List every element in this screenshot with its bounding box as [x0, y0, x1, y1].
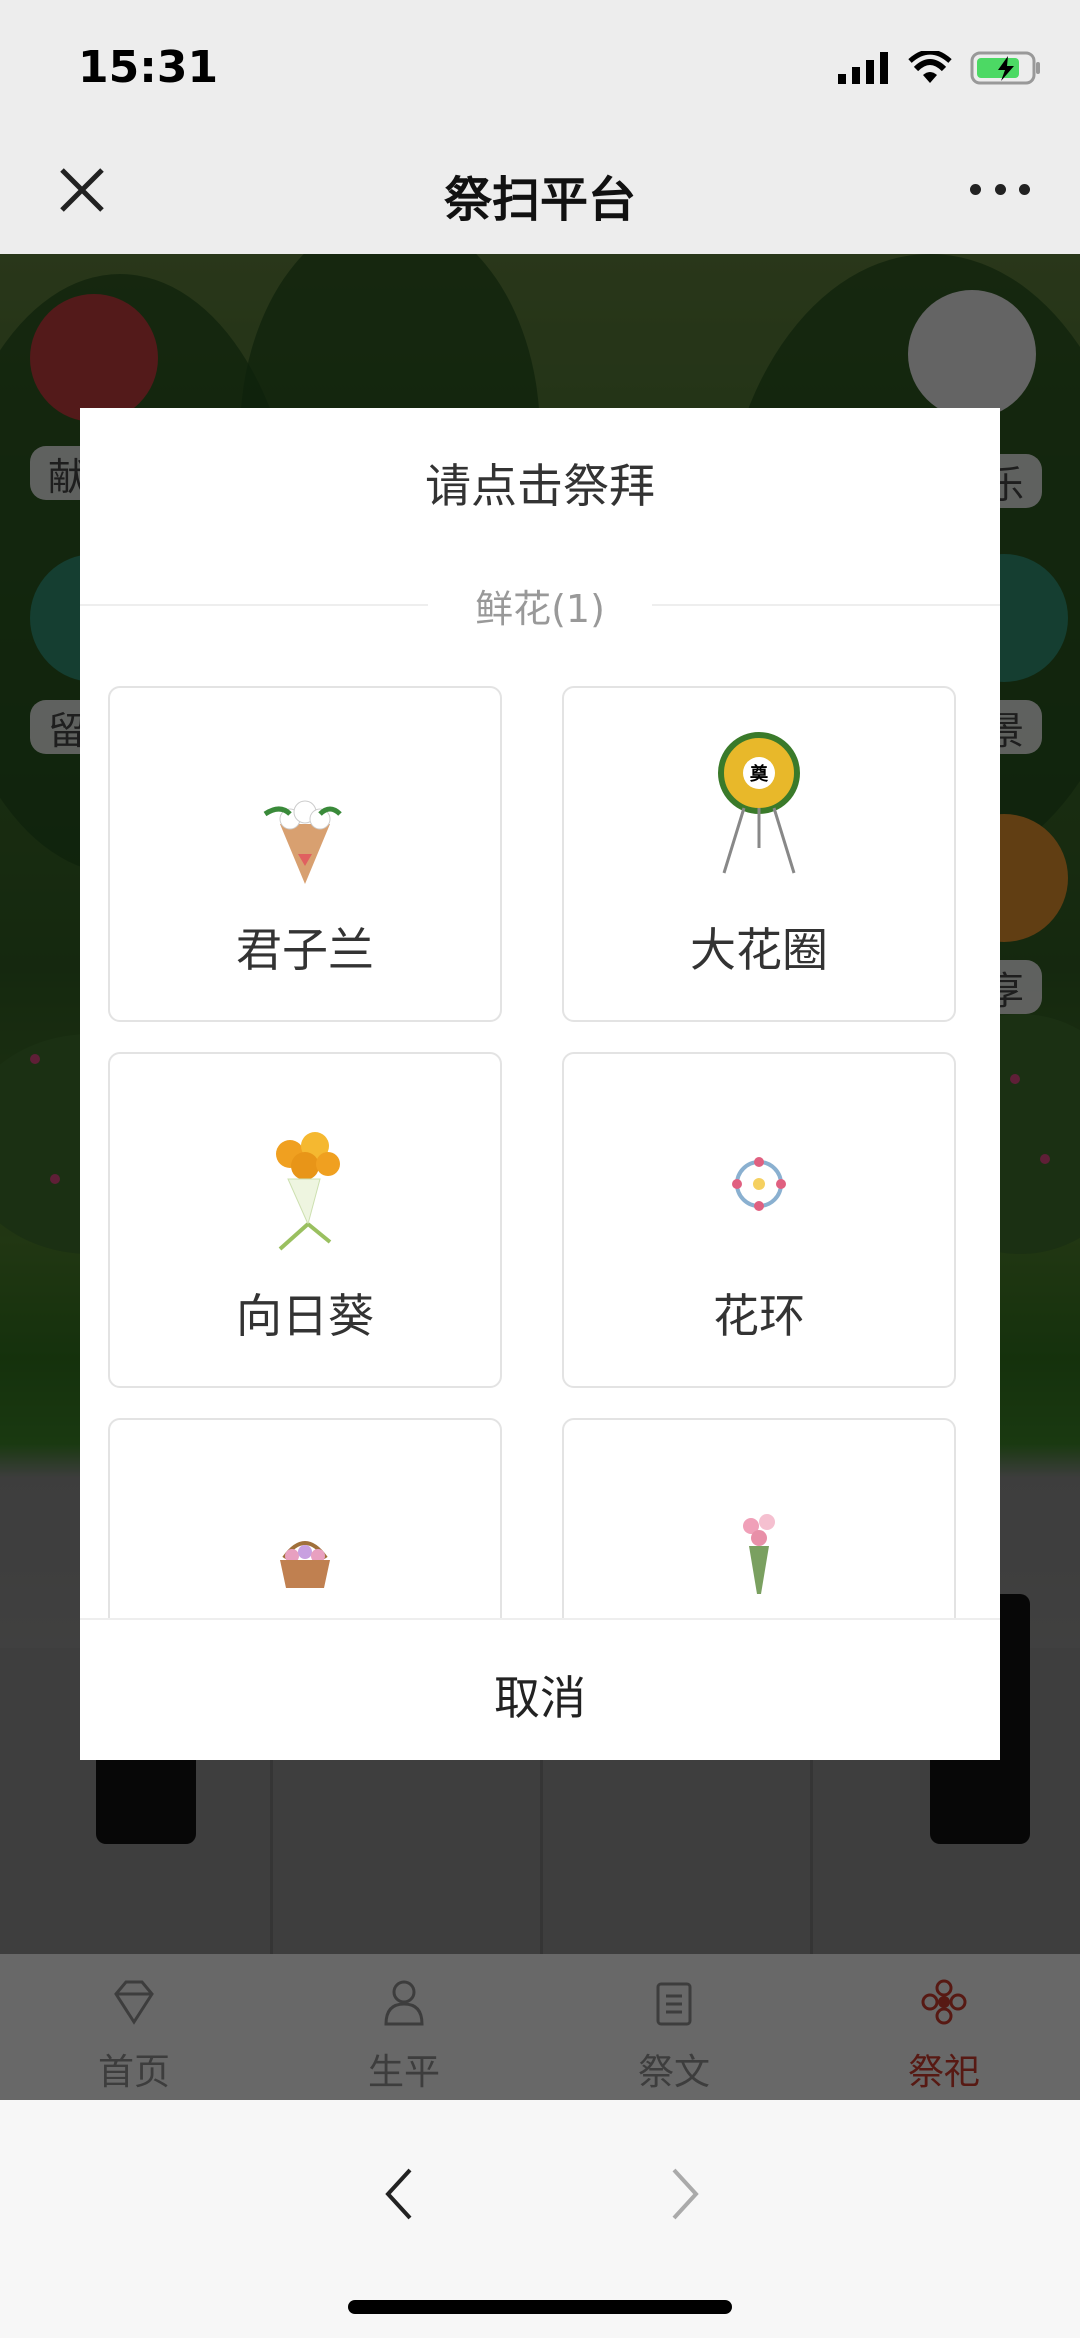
item-label: 花环 [713, 1289, 805, 1343]
item-card[interactable] [108, 1418, 502, 1618]
item-card[interactable]: 花环 [562, 1052, 956, 1388]
back-arrow-icon[interactable] [380, 2166, 420, 2222]
cancel-button[interactable]: 取消 [80, 1662, 1000, 1728]
home-indicator [348, 2300, 732, 2314]
item-card[interactable]: 奠 大花圈 [562, 686, 956, 1022]
pink-bouquet-icon [743, 1514, 775, 1594]
dialog-title: 请点击祭拜 [425, 459, 655, 513]
battery-charging-icon [970, 51, 1040, 85]
bouquet-icon [263, 800, 342, 884]
forward-arrow-icon[interactable] [664, 2166, 704, 2222]
item-label: 大花圈 [690, 923, 828, 977]
item-grid: 君子兰 奠 大花圈 向日葵 花环 [108, 686, 964, 1618]
signal-icon [838, 52, 888, 84]
system-icons [838, 44, 1042, 92]
item-label: 君子兰 [236, 923, 374, 977]
page-title: 祭扫平台 [443, 172, 636, 228]
flower-basket-icon [280, 1541, 330, 1588]
item-card[interactable]: 君子兰 [108, 686, 502, 1022]
worship-dialog: 请点击祭拜 鲜花(1) 君子兰 奠 大花圈 向日葵 花环 取消 [80, 408, 1000, 1760]
svg-text:奠: 奠 [749, 763, 769, 785]
browser-toolbar [0, 2100, 1080, 2338]
sunflower-bouquet-icon [276, 1132, 340, 1251]
garland-icon [732, 1157, 786, 1211]
divider-right [652, 604, 1000, 606]
status-time: 15:31 [78, 42, 219, 93]
wifi-icon [908, 51, 952, 83]
funeral-wreath-icon: 奠 [718, 732, 800, 874]
more-options-icon[interactable] [970, 164, 1030, 214]
cancel-bar: 取消 [80, 1618, 1000, 1760]
status-bar: 15:31 [0, 0, 1080, 130]
item-card[interactable] [562, 1418, 956, 1618]
item-card[interactable]: 向日葵 [108, 1052, 502, 1388]
item-label: 向日葵 [236, 1289, 374, 1343]
navigation-bar: 祭扫平台 [0, 130, 1080, 254]
